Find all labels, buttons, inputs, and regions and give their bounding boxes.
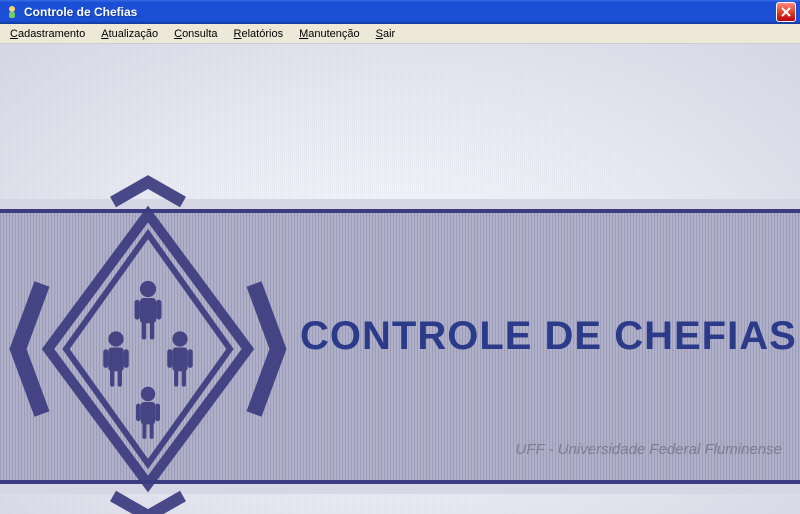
close-button[interactable]: [776, 2, 796, 22]
menu-relatorios[interactable]: Relatórios: [226, 26, 292, 42]
menu-cadastramento[interactable]: Cadastramento: [2, 26, 93, 42]
splash-subtitle: UFF - Universidade Federal Fluminense: [516, 441, 783, 458]
window-title: Controle de Chefias: [24, 5, 137, 19]
splash-title: CONTROLE DE CHEFIAS: [300, 314, 790, 359]
menu-atualizacao[interactable]: Atualização: [93, 26, 166, 42]
content-area: CONTROLE DE CHEFIAS UFF - Universidade F…: [0, 44, 800, 514]
menu-sair[interactable]: Sair: [368, 26, 404, 42]
menu-consulta[interactable]: Consulta: [166, 26, 225, 42]
titlebar: Controle de Chefias: [0, 0, 800, 24]
menu-manutencao[interactable]: Manutenção: [291, 26, 368, 42]
app-icon: [4, 4, 20, 20]
menubar: Cadastramento Atualização Consulta Relat…: [0, 24, 800, 44]
